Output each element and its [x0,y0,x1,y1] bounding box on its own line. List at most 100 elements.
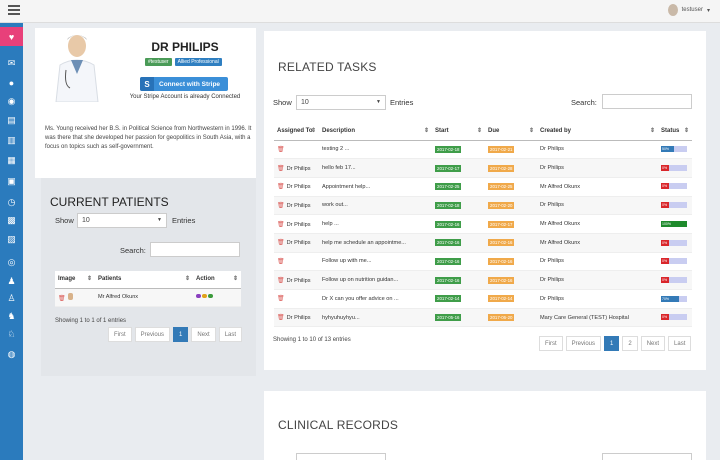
doctor-photo [52,30,102,102]
connect-stripe-button[interactable]: S Connect with Stripe [140,77,228,91]
table-row[interactable]: 🗑 Dr Philips Appointment help... 2017-02-25… [274,177,692,197]
start-date: 2017-02-18 [435,201,462,209]
download-icon[interactable] [208,294,213,299]
page-2-button[interactable]: 2 [622,336,638,351]
chat-icon[interactable] [196,294,201,299]
comments-icon[interactable]: ◉ [0,92,23,111]
table-row[interactable]: 🗑 Dr Philips help me schedule an appointme… [274,233,692,253]
trash-icon[interactable]: 🗑 [277,278,285,284]
calendar-icon[interactable]: ▣ [0,172,23,191]
trash-icon[interactable]: 🗑 [277,259,285,265]
page-last-button[interactable]: Last [218,327,243,342]
page-next-button[interactable]: Next [640,336,666,351]
trash-icon[interactable]: 🗑 [277,147,285,153]
trash-icon[interactable]: 🗑 [277,166,285,172]
trash-icon[interactable]: 🗑 [277,315,285,321]
file-text-icon[interactable]: ▥ [0,131,23,150]
task-description[interactable]: help ... [319,214,432,234]
comment-icon[interactable]: ● [0,73,23,92]
due-date: 2017-02-17 [488,220,515,228]
task-description[interactable]: Follow up with me... [319,252,432,272]
task-description[interactable]: hyhyuhuyhyu... [319,308,432,328]
patients-page-size-select[interactable]: 10 ▼ [77,213,167,228]
trash-icon[interactable]: 🗑 [277,240,285,246]
tasks-search-input[interactable] [602,94,692,109]
calendar-alt-icon[interactable]: ▨ [0,230,23,249]
trash-icon[interactable]: 🗑 [277,296,285,302]
user-circle-icon[interactable]: ♘ [0,325,23,344]
page-first-button[interactable]: First [108,327,132,342]
tasks-pagination: First Previous 1 2 Next Last [539,336,692,351]
comment-icon[interactable] [202,294,207,299]
globe-icon[interactable]: ◍ [0,345,23,364]
table-row[interactable]: 🗑 Follow up with me... 2017-02-16 2017-02-1… [274,252,692,272]
clinical-search-input[interactable] [602,453,692,460]
page-last-button[interactable]: Last [668,336,692,351]
start-date: 2017-02-16 [435,239,462,247]
task-description[interactable]: Dr X can you offer advice on ... [319,289,432,309]
task-description[interactable]: testing 2 ... [319,140,432,160]
user-md-icon[interactable]: ♙ [0,289,23,308]
patients-show-label: Show [55,216,74,225]
table-row[interactable]: 🗑 Dr Philips Follow up on nutrition guidan… [274,270,692,290]
col-action[interactable]: Action ⇕ [193,271,241,289]
col-image[interactable]: Image ⇕ [55,271,95,289]
task-description[interactable]: Follow up on nutrition guidan... [319,270,432,290]
col-status[interactable]: Status ⇕ [658,123,692,141]
table-row[interactable]: 🗑 Dr X can you offer advice on ... 2017-02… [274,289,692,309]
patient-actions [193,288,241,308]
chat-icon[interactable]: ✉ [0,54,23,73]
task-description[interactable]: Appointment help... [319,177,432,197]
table-row[interactable]: 🗑 Dr Philips help ... 2017-02-16 2017-02-17 M… [274,214,692,234]
user-plus-icon[interactable]: ♞ [0,307,23,326]
col-due[interactable]: Due ⇕ [485,123,537,141]
file-icon[interactable]: ▤ [0,111,23,130]
username-badge: #testuser [145,58,172,66]
status-progress-bar: 70% [661,295,687,302]
file-alt-icon[interactable]: ▦ [0,151,23,170]
task-description[interactable]: help me schedule an appointme... [319,233,432,253]
patients-pagination: First Previous 1 Next Last [108,327,243,342]
page-previous-button[interactable]: Previous [565,336,602,351]
page-1-button[interactable]: 1 [604,336,620,351]
col-description[interactable]: Description ⇕ [319,123,432,141]
task-description[interactable]: work out... [319,196,432,216]
status-progress-bar: 0% [661,258,687,265]
hamburger-menu-icon[interactable] [8,5,20,17]
col-created-by[interactable]: Created by ⇕ [537,123,658,141]
eye-icon[interactable]: ◎ [0,253,23,272]
table-row[interactable]: 🗑 Dr Philips work out... 2017-02-18 2017-02-… [274,196,692,216]
calendar-check-icon[interactable]: ▩ [0,211,23,230]
tasks-search-label: Search: [571,98,597,107]
trash-icon[interactable]: 🗑 [277,203,285,209]
user-menu[interactable]: testuser ▾ [667,4,710,16]
tasks-entries-label: Entries [390,98,414,107]
table-row[interactable]: 🗑 Dr Philips hello feb 17... 2017-02-17 2017… [274,158,692,178]
status-progress-bar: 0% [661,314,687,321]
page-next-button[interactable]: Next [191,327,216,342]
task-description[interactable]: hello feb 17... [319,158,432,178]
table-row[interactable]: 🗑 testing 2 ... 2017-02-18 2017-02-21 Dr Phi… [274,140,692,160]
clinical-page-size-select[interactable] [296,453,386,460]
patient-name[interactable]: Mr Alfred Okunx [95,288,193,308]
patients-search-input[interactable] [150,242,240,257]
table-row[interactable]: 🗑 Dr Philips hyhyuhuyhyu... 2017-05-16 2017-… [274,308,692,328]
tasks-page-size-select[interactable]: 10 ▼ [296,95,386,110]
trash-icon[interactable]: 🗑 [277,184,285,190]
trash-icon[interactable]: 🗑 [58,296,66,302]
due-date: 2017-02-25 [488,183,515,191]
col-start[interactable]: Start ⇕ [432,123,485,141]
clock-icon[interactable]: ◷ [0,193,23,212]
home-icon[interactable]: ♥ [0,27,23,46]
col-patients[interactable]: Patients ⇕ [95,271,193,289]
col-assigned-to[interactable]: Assigned To ⇕ [274,123,319,141]
assigned-to: 🗑 [274,289,319,309]
page-previous-button[interactable]: Previous [134,327,171,342]
start-date: 2017-02-16 [435,220,462,228]
page-first-button[interactable]: First [539,336,563,351]
page-1-button[interactable]: 1 [173,327,189,342]
status-progress-bar: 0% [661,183,687,190]
clinical-records-title: CLINICAL RECORDS [278,418,399,432]
patient-avatar [67,292,73,300]
trash-icon[interactable]: 🗑 [277,222,285,228]
